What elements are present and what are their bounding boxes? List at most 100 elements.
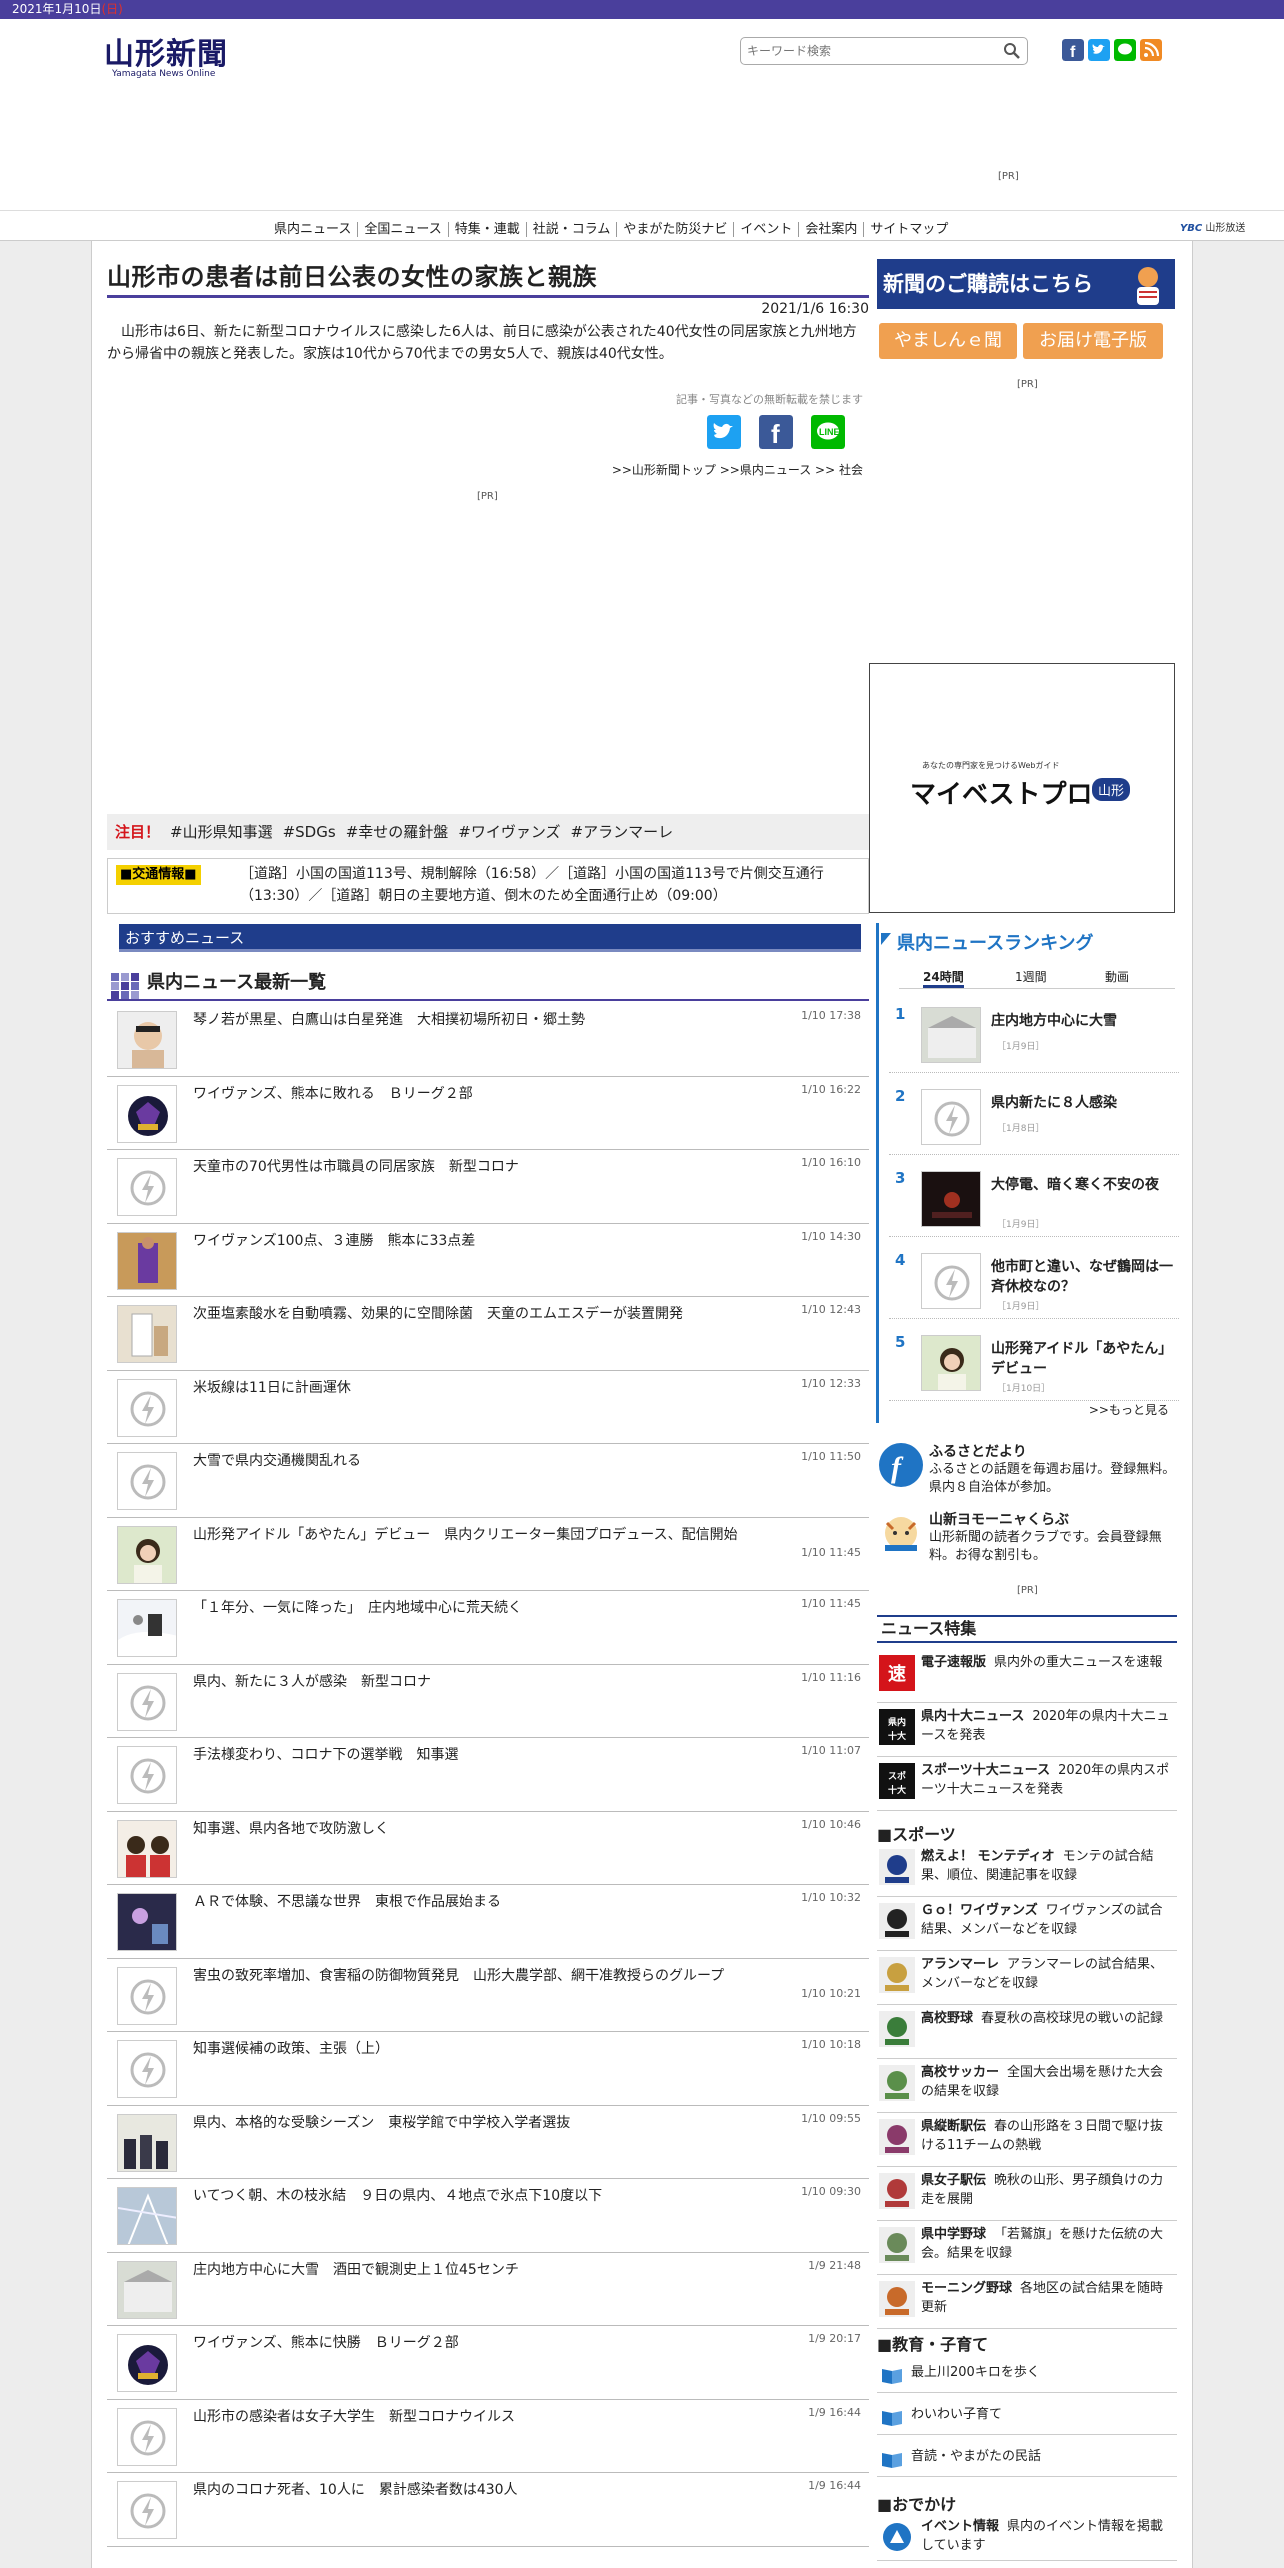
yamashin-enews-button[interactable]: やましんｅ聞 xyxy=(879,323,1017,359)
nav-features[interactable]: 特集・連載 xyxy=(448,222,527,237)
nav-bousai[interactable]: やまがた防災ナビ xyxy=(617,222,735,237)
news-thumbnail[interactable] xyxy=(117,2334,177,2392)
news-list-item[interactable]: 庄内地方中心に大雪 酒田で観測史上１位45センチ 1/9 21:48 xyxy=(107,2253,869,2326)
tag-link[interactable]: #山形県知事選 xyxy=(170,823,273,841)
news-thumbnail[interactable] xyxy=(117,1011,177,1069)
news-title[interactable]: 山形市の感染者は女子大学生 新型コロナウイルス xyxy=(193,2406,515,2426)
sports-link[interactable]: 県中学野球 「若鷲旗」を懸けた伝統の大会。結果を収録 xyxy=(877,2223,1177,2275)
sports-link[interactable]: アランマーレ アランマーレの試合結果、メンバーなどを収録 xyxy=(877,1953,1177,2005)
event-info-link[interactable]: イベント情報 県内のイベント情報を掲載しています xyxy=(877,2515,1177,2561)
news-list-item[interactable]: 琴ノ若が黒星、白鷹山は白星発進 大相撲初場所初日・郷土勢 1/10 17:38 xyxy=(107,1003,869,1077)
news-thumbnail[interactable] xyxy=(117,2407,177,2466)
search-input[interactable] xyxy=(747,38,987,64)
news-title[interactable]: 県内、新たに３人が感染 新型コロナ xyxy=(193,1671,431,1691)
tab-24h[interactable]: 24時間 xyxy=(923,968,964,988)
ybc-link[interactable]: YBC 山形放送 xyxy=(1180,219,1245,234)
news-thumbnail[interactable] xyxy=(117,2260,177,2319)
news-list-item[interactable]: 手法様変わり、コロナ下の選挙戦 知事選 1/10 11:07 xyxy=(107,1738,869,1812)
nav-national-news[interactable]: 全国ニュース xyxy=(358,222,449,237)
ranking-title-text[interactable]: 他市町と違い、なぜ鶴岡は一斉休校なの？ xyxy=(991,1257,1177,1297)
news-title[interactable]: 次亜塩素酸水を自動噴霧、効果的に空間除菌 天童のエムエスデーが装置開発 xyxy=(193,1303,683,1323)
news-thumbnail[interactable] xyxy=(117,1746,177,1804)
nav-editorial[interactable]: 社説・コラム xyxy=(526,222,618,237)
news-title[interactable]: 害虫の致死率増加、食害稲の防御物質発見 山形大農学部、網干准教授らのグループ xyxy=(193,1965,793,1985)
sports-link[interactable]: 高校サッカー 全国大会出場を懸けた大会の結果を収録 xyxy=(877,2061,1177,2113)
sports-link[interactable]: 県女子駅伝 晩秋の山形、男子顔負けの力走を展開 xyxy=(877,2169,1177,2221)
news-title[interactable]: 山形発アイドル「あやたん」デビュー 県内クリエーター集団プロデュース、配信開始 xyxy=(193,1524,793,1544)
nav-company[interactable]: 会社案内 xyxy=(799,222,865,237)
ranking-title-text[interactable]: 大停電、暗く寒く不安の夜 xyxy=(991,1175,1177,1195)
ranking-item[interactable]: 4 他市町と違い、なぜ鶴岡は一斉休校なの？ ［1月9日］ xyxy=(889,1247,1179,1319)
ranking-title-text[interactable]: 庄内地方中心に大雪 xyxy=(991,1011,1177,1031)
ranking-thumbnail[interactable] xyxy=(921,1171,981,1227)
nav-sitemap[interactable]: サイトマップ xyxy=(864,222,954,237)
share-twitter-icon[interactable] xyxy=(707,415,741,449)
news-title[interactable]: 手法様変わり、コロナ下の選挙戦 知事選 xyxy=(193,1744,458,1764)
site-logo[interactable]: 山形新聞 Yamagata News Online xyxy=(104,29,254,81)
news-thumbnail[interactable] xyxy=(117,1893,177,1951)
education-link[interactable]: 音読・やまがたの民話 xyxy=(877,2437,1177,2477)
line-icon[interactable] xyxy=(1114,39,1136,61)
twitter-icon[interactable] xyxy=(1088,39,1110,61)
traffic-text[interactable]: ［道路］小国の国道113号、規制解除（16:58）／［道路］小国の国道113号で… xyxy=(240,863,868,907)
news-thumbnail[interactable] xyxy=(117,1452,177,1510)
nav-local-news[interactable]: 県内ニュース xyxy=(268,222,359,237)
news-list-item[interactable]: 天童市の70代男性は市職員の同居家族 新型コロナ 1/10 16:10 xyxy=(107,1150,869,1224)
news-title[interactable]: 琴ノ若が黒星、白鷹山は白星発進 大相撲初場所初日・郷土勢 xyxy=(193,1009,585,1029)
facebook-icon[interactable]: f xyxy=(1062,39,1084,61)
nav-event[interactable]: イベント xyxy=(734,222,800,237)
sports-link[interactable]: モーニング野球 各地区の試合結果を随時更新 xyxy=(877,2277,1177,2329)
news-title[interactable]: 「１年分、一気に降った」 庄内地域中心に荒天続く xyxy=(193,1597,522,1617)
sports-link[interactable]: 燃えよ！ モンテディオ モンテの試合結果、順位、関連記事を収録 xyxy=(877,1845,1177,1897)
news-list-item[interactable]: ワイヴァンズ、熊本に敗れる Ｂリーグ２部 1/10 16:22 xyxy=(107,1077,869,1150)
search-icon[interactable] xyxy=(1003,42,1021,60)
news-thumbnail[interactable] xyxy=(117,1966,177,2025)
news-thumbnail[interactable] xyxy=(117,2040,177,2098)
news-title[interactable]: ワイヴァンズ100点、３連勝 熊本に33点差 xyxy=(193,1230,475,1250)
news-thumbnail[interactable] xyxy=(117,1599,177,1657)
news-thumbnail[interactable] xyxy=(117,1158,177,1216)
news-thumbnail[interactable] xyxy=(117,1378,177,1437)
news-title[interactable]: 県内、本格的な受験シーズン 東桜学館で中学校入学者選抜 xyxy=(193,2112,570,2132)
news-title[interactable]: 天童市の70代男性は市職員の同居家族 新型コロナ xyxy=(193,1156,519,1176)
news-thumbnail[interactable] xyxy=(117,2481,177,2539)
news-thumbnail[interactable] xyxy=(117,1525,177,1584)
ranking-item[interactable]: 5 山形発アイドル「あやたん」デビュー ［1月10日］ xyxy=(889,1329,1179,1401)
news-list-item[interactable]: 山形市の感染者は女子大学生 新型コロナウイルス 1/9 16:44 xyxy=(107,2400,869,2473)
news-list-item[interactable]: ＡＲで体験、不思議な世界 東根で作品展始まる 1/10 10:32 xyxy=(107,1885,869,1959)
news-thumbnail[interactable] xyxy=(117,1231,177,1290)
news-list-item[interactable]: 県内のコロナ死者、10人に 累計感染者数は430人 1/9 16:44 xyxy=(107,2473,869,2547)
news-title[interactable]: 大雪で県内交通機関乱れる xyxy=(193,1450,361,1470)
ranking-title-text[interactable]: 県内新たに８人感染 xyxy=(991,1093,1177,1113)
feature-link[interactable]: スポ 十大 スポーツ十大ニュース 2020年の県内スポーツ十大ニュースを発表 xyxy=(877,1759,1177,1811)
tag-link[interactable]: #ワイヴァンズ xyxy=(458,823,560,841)
share-line-icon[interactable]: LINE xyxy=(811,415,845,449)
news-list-item[interactable]: 「１年分、一気に降った」 庄内地域中心に荒天続く 1/10 11:45 xyxy=(107,1591,869,1665)
ranking-more-link[interactable]: >>もっと見る xyxy=(1089,1401,1169,1418)
ranking-item[interactable]: 2 県内新たに８人感染 ［1月8日］ xyxy=(889,1083,1179,1155)
ranking-title-text[interactable]: 山形発アイドル「あやたん」デビュー xyxy=(991,1339,1177,1379)
news-thumbnail[interactable] xyxy=(117,1819,177,1878)
ranking-item[interactable]: 3 大停電、暗く寒く不安の夜 ［1月9日］ xyxy=(889,1165,1179,1237)
sports-link[interactable]: 高校野球 春夏秋の高校球児の戦いの記録 xyxy=(877,2007,1177,2059)
share-facebook-icon[interactable]: f xyxy=(759,415,793,449)
news-list-item[interactable]: ワイヴァンズ、熊本に快勝 Ｂリーグ２部 1/9 20:17 xyxy=(107,2326,869,2400)
news-title[interactable]: 県内のコロナ死者、10人に 累計感染者数は430人 xyxy=(193,2479,518,2499)
digital-edition-button[interactable]: お届け電子版 xyxy=(1023,323,1163,359)
recommended-news-bar[interactable]: おすすめニュース xyxy=(119,924,861,952)
news-title[interactable]: ＡＲで体験、不思議な世界 東根で作品展始まる xyxy=(193,1891,501,1911)
rss-icon[interactable] xyxy=(1140,39,1162,61)
ranking-thumbnail[interactable] xyxy=(921,1253,981,1309)
sports-link[interactable]: Ｇｏ！ワイヴァンズ ワイヴァンズの試合結果、メンバーなどを収録 xyxy=(877,1899,1177,1951)
news-list-item[interactable]: 県内、本格的な受験シーズン 東桜学館で中学校入学者選抜 1/10 09:55 xyxy=(107,2106,869,2179)
news-title[interactable]: 知事選、県内各地で攻防激しく xyxy=(193,1818,389,1838)
tab-week[interactable]: 1週間 xyxy=(1015,968,1047,985)
news-list-item[interactable]: 大雪で県内交通機関乱れる 1/10 11:50 xyxy=(107,1444,869,1518)
news-title[interactable]: いてつく朝、木の枝氷結 ９日の県内、４地点で氷点下10度以下 xyxy=(193,2185,602,2205)
education-link[interactable]: わいわい子育て xyxy=(877,2395,1177,2435)
news-thumbnail[interactable] xyxy=(117,1084,177,1143)
tag-link[interactable]: #アランマーレ xyxy=(571,823,674,841)
ranking-item[interactable]: 1 庄内地方中心に大雪 ［1月9日］ xyxy=(889,1001,1179,1073)
news-list-item[interactable]: 米坂線は11日に計画運休 1/10 12:33 xyxy=(107,1371,869,1444)
news-title[interactable]: 米坂線は11日に計画運休 xyxy=(193,1377,351,1397)
